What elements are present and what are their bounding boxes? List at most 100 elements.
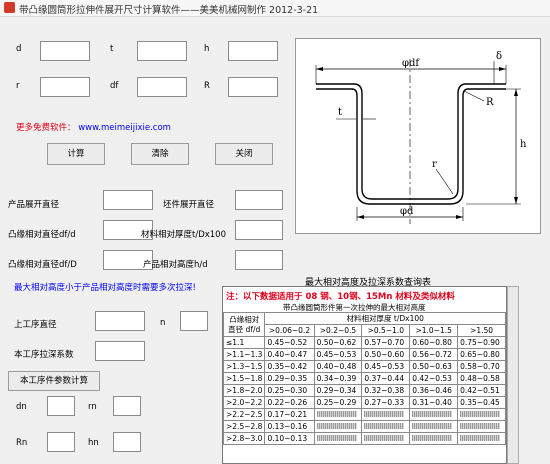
- label-rn: rn: [88, 402, 97, 412]
- table-row: >2.2~2.5 0.17~0.21: [223, 408, 506, 421]
- rn-output[interactable]: [113, 396, 141, 416]
- table-cell: 0.25~0.30: [264, 384, 315, 397]
- table-row-key: >2.0~2.2: [223, 396, 266, 409]
- table-cell: [457, 432, 506, 445]
- flange-ratio-label: 凸缘相对直径df/d: [8, 230, 76, 240]
- table-cell: [409, 432, 459, 445]
- table-column-header: >0.5~1.0: [361, 324, 411, 337]
- dn-output[interactable]: [47, 396, 75, 416]
- label-Rn: Rn: [16, 438, 28, 448]
- table-column-header: >1.0~1.5: [409, 324, 459, 337]
- Rn-output[interactable]: [47, 432, 75, 452]
- R-input[interactable]: [228, 77, 278, 97]
- table-cell: [457, 420, 506, 433]
- height-ratio-output[interactable]: [235, 250, 283, 270]
- table-note: 注：以下数据适用于 08 钢、10钢、15Mn 材料及类似材料: [226, 292, 455, 302]
- table-cell: 0.45~0.52: [264, 336, 315, 349]
- table-row: >2.5~2.8 0.13~0.16: [223, 420, 506, 433]
- product-diameter-output[interactable]: [103, 190, 153, 210]
- calculate-button[interactable]: 计算: [47, 143, 105, 165]
- promo-label: 更多免费软件：: [16, 123, 76, 133]
- promo-url-link[interactable]: www.meimeijixie.com: [78, 123, 171, 133]
- table-row: >1.5~1.8 0.29~0.35 0.34~0.39 0.37~0.44 0.42~…: [223, 372, 506, 385]
- table-cell: 0.57~0.70: [361, 336, 411, 349]
- df-input[interactable]: [137, 77, 187, 97]
- table-header-group: 材料相对厚度 t/Dx100: [264, 312, 506, 325]
- table-row-key: >2.2~2.5: [223, 408, 266, 421]
- df-dim-label: φdf: [402, 58, 420, 69]
- calculate-current-button[interactable]: 本工序件参数计算: [8, 371, 100, 391]
- label-hn: hn: [88, 438, 99, 448]
- d-input[interactable]: [40, 41, 90, 61]
- table-column-header: >0.06~0.2: [264, 324, 315, 337]
- table-cell: [313, 420, 363, 433]
- table-header-left: 凸缘相对直径 df/d: [223, 312, 266, 337]
- table-cell: 0.60~0.80: [409, 336, 459, 349]
- table-cell: 0.50~0.63: [409, 360, 459, 373]
- table-cell: 0.29~0.34: [313, 384, 363, 397]
- table-cell: 0.50~0.60: [361, 348, 411, 361]
- table-cell: [313, 432, 363, 445]
- table-cell: 0.42~0.51: [457, 384, 506, 397]
- clear-button[interactable]: 清除: [131, 143, 189, 165]
- table-row-key: >1.5~1.8: [223, 372, 266, 385]
- cup-drawing-svg: φdf δ R t r h φd: [315, 51, 527, 224]
- table-row: >1.3~1.5 0.35~0.42 0.40~0.48 0.45~0.53 0.50~…: [223, 360, 506, 373]
- table-cell: [409, 420, 459, 433]
- table-cell: 0.17~0.21: [264, 408, 315, 421]
- label-dn: dn: [16, 402, 27, 412]
- inner-profile: [316, 88, 506, 205]
- blurred-cell: [364, 435, 405, 441]
- table-cell: 0.13~0.16: [264, 420, 315, 433]
- table-cell: 0.45~0.53: [361, 360, 411, 373]
- table-cell: 0.50~0.62: [313, 336, 363, 349]
- lookup-table: 凸缘相对直径 df/d 材料相对厚度 t/Dx100 >0.06~0.2 >0.2…: [223, 312, 506, 445]
- coefficient-input[interactable]: [95, 341, 145, 361]
- product-diameter-label: 产品展开直径: [8, 200, 60, 210]
- blurred-cell: [364, 423, 405, 429]
- blank-diameter-label: 坯件展开直径: [163, 200, 215, 210]
- flange-ratio-D-label: 凸缘相对直径df/D: [8, 260, 77, 270]
- t-dim-label: t: [338, 107, 342, 118]
- height-ratio-label: 产品相对高度h/d: [143, 260, 208, 270]
- delta-dim-label: δ: [496, 51, 502, 62]
- label-n: n: [160, 318, 166, 328]
- part-drawing: φdf δ R t r h φd: [295, 38, 541, 234]
- current-diameter-input[interactable]: [95, 311, 145, 331]
- d-dim-label: φd: [400, 206, 414, 217]
- close-button[interactable]: 关闭: [215, 143, 273, 165]
- table-row-key: >2.8~3.0: [223, 432, 266, 445]
- table-cell: 0.10~0.13: [264, 432, 315, 445]
- window-title: 带凸缘圆筒形拉伸件展开尺寸计算软件——美美机械网制作 2012-3-21: [19, 5, 319, 16]
- thickness-ratio-output[interactable]: [235, 220, 283, 240]
- blurred-cell: [460, 411, 501, 417]
- table-row-key: >2.5~2.8: [223, 420, 266, 433]
- R-dim-label: R: [486, 97, 494, 108]
- table-row: >1.8~2.0 0.25~0.30 0.29~0.34 0.32~0.38 0.36~…: [223, 384, 506, 397]
- table-cell: 0.37~0.44: [361, 372, 411, 385]
- table-cell: 0.42~0.53: [409, 372, 459, 385]
- table-cell: 0.40~0.47: [264, 348, 315, 361]
- table-cell: 0.34~0.39: [313, 372, 363, 385]
- table-cell: 0.35~0.42: [264, 360, 315, 373]
- table-cell: 0.40~0.48: [313, 360, 363, 373]
- blank-diameter-output[interactable]: [235, 190, 283, 210]
- r-input[interactable]: [40, 77, 90, 97]
- table-row-key: >1.3~1.5: [223, 360, 266, 373]
- table-cell: 0.56~0.72: [409, 348, 459, 361]
- table-scrollbar[interactable]: [507, 286, 519, 464]
- table-cell: [361, 420, 411, 433]
- label-h: h: [204, 44, 210, 54]
- hn-output[interactable]: [113, 432, 141, 452]
- table-cell: [313, 408, 363, 421]
- table-cell: [361, 408, 411, 421]
- h-input[interactable]: [228, 41, 278, 61]
- t-input[interactable]: [137, 41, 187, 61]
- lookup-table-panel: 注：以下数据适用于 08 钢、10钢、15Mn 材料及类似材料 带凸缘圆筒形件第…: [222, 286, 507, 464]
- n-output[interactable]: [180, 311, 208, 331]
- table-cell: 0.75~0.90: [457, 336, 506, 349]
- blurred-cell: [412, 435, 453, 441]
- promo-row: 更多免费软件： www.meimeijixie.com: [16, 121, 171, 133]
- table-cell: [409, 408, 459, 421]
- table-row-key: >1.1~1.3: [223, 348, 266, 361]
